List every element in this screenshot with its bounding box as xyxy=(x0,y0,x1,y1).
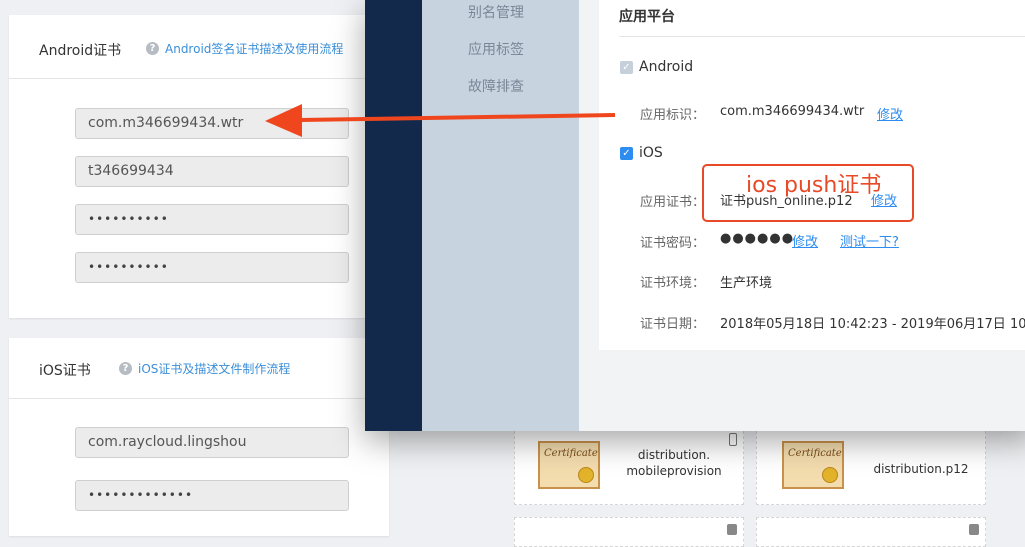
arrow-head xyxy=(265,104,302,137)
arrow-shaft xyxy=(299,113,616,122)
annotation-arrow xyxy=(265,104,616,137)
annotation-label: ios push证书 xyxy=(746,173,882,198)
